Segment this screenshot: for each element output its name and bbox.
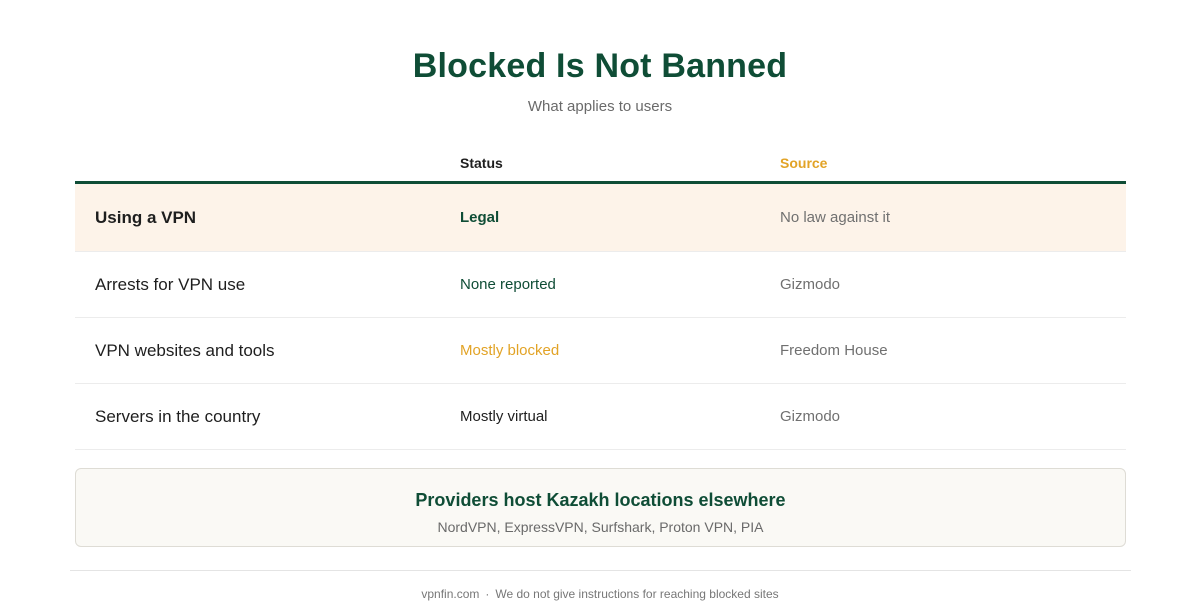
providers-callout: Providers host Kazakh locations elsewher… [75,468,1126,547]
row-source: Gizmodo [780,275,841,293]
footer-separator: · [485,587,490,601]
column-header-source: Source [780,155,828,171]
callout-title: Providers host Kazakh locations elsewher… [415,490,786,510]
table-row: Arrests for VPN use None reported Gizmod… [75,252,1126,318]
callout-providers: NordVPN, ExpressVPN, Surfshark, Proton V… [437,519,764,535]
footer-note: We do not give instructions for reaching… [495,587,779,601]
page-title: Blocked Is Not Banned [412,47,788,85]
row-status: None reported [460,275,556,293]
table-row: VPN websites and tools Mostly blocked Fr… [75,318,1126,384]
row-status: Mostly virtual [460,407,548,425]
row-status: Mostly blocked [460,341,560,359]
table-row: Using a VPN Legal No law against it [75,184,1126,252]
column-header-status: Status [460,155,503,171]
row-source: No law against it [780,208,891,226]
row-source: Freedom House [780,341,888,359]
status-table: Status Source Using a VPN Legal No law a… [75,150,1126,450]
table-header: Status Source [75,150,1126,184]
row-label: Using a VPN [95,207,197,227]
page-subtitle: What applies to users [527,98,673,115]
table-row: Servers in the country Mostly virtual Gi… [75,384,1126,450]
row-status: Legal [460,208,500,226]
row-label: VPN websites and tools [95,340,275,360]
footer: vpnfin.com · We do not give instructions f… [0,586,1200,602]
footer-divider [70,570,1131,571]
row-label: Arrests for VPN use [95,274,246,294]
row-source: Gizmodo [780,407,841,425]
footer-site: vpnfin.com [421,587,480,601]
row-label: Servers in the country [95,406,261,426]
